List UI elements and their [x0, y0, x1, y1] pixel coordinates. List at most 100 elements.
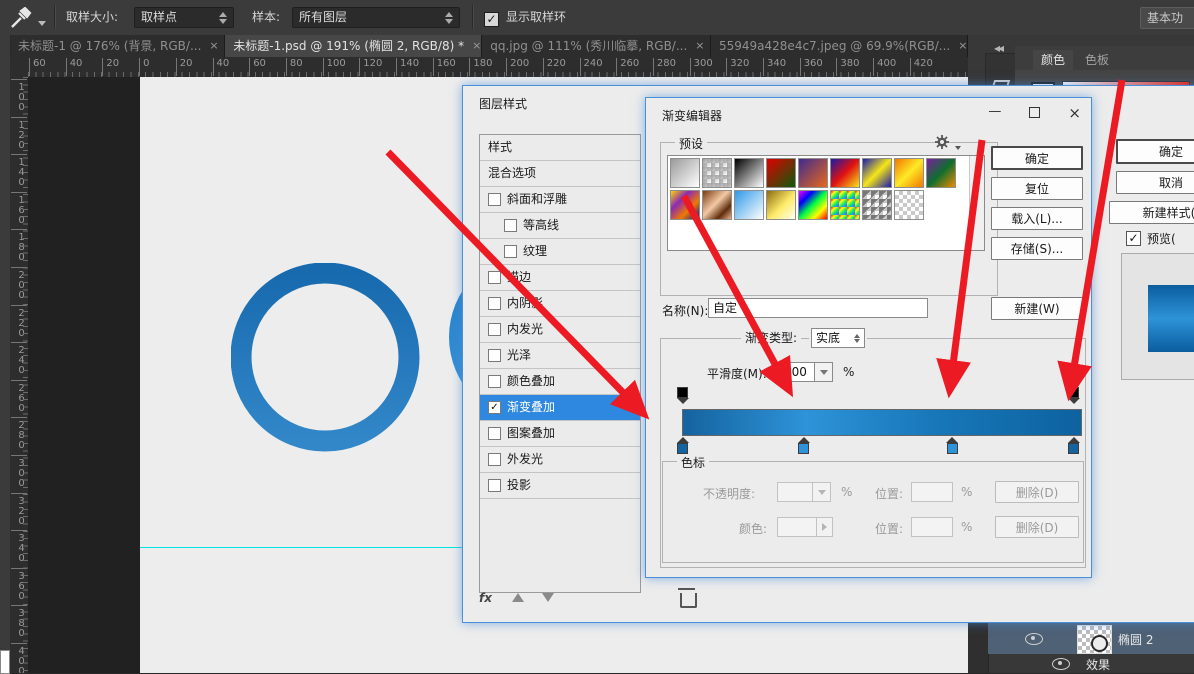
style-checkbox[interactable]: [488, 479, 501, 492]
gradient-preset-spectrum-transparent[interactable]: [830, 190, 860, 220]
gradient-new-button[interactable]: 新建(W): [991, 297, 1083, 320]
delete-color-stop-button[interactable]: 删除(D): [995, 516, 1079, 538]
tab-swatches[interactable]: 色板: [1077, 50, 1117, 70]
color-stop-69[interactable]: [946, 437, 959, 454]
close-icon[interactable]: ×: [1068, 104, 1081, 122]
style-item-1[interactable]: 斜面和浮雕: [480, 187, 640, 213]
presets-menu-gear-icon[interactable]: [935, 135, 949, 149]
style-item-12[interactable]: 投影: [480, 473, 640, 499]
gradient-preset-yellow-violet-orange-blue[interactable]: [670, 190, 700, 220]
style-checkbox[interactable]: [488, 297, 501, 310]
gradient-preset-transparent[interactable]: [894, 190, 924, 220]
style-item-6[interactable]: 内发光: [480, 317, 640, 343]
eyedropper-tool-icon[interactable]: [10, 7, 32, 29]
gradient-preset-fg-to-bg[interactable]: [670, 158, 700, 188]
style-checkbox[interactable]: [488, 323, 501, 336]
gradient-preset-red-green[interactable]: [766, 158, 796, 188]
style-checkbox[interactable]: [504, 219, 517, 232]
opacity-stop-0[interactable]: [676, 387, 689, 404]
workspace-button[interactable]: 基本功: [1140, 7, 1194, 29]
foreground-color-sliver[interactable]: [0, 650, 10, 674]
gradient-preset-gold[interactable]: [766, 190, 796, 220]
opacity-stop-100[interactable]: [1067, 387, 1080, 404]
presets-menu-caret[interactable]: [955, 139, 961, 153]
style-checkbox[interactable]: [504, 245, 517, 258]
layer-visibility-eye-icon[interactable]: [1025, 633, 1043, 645]
effects-row[interactable]: 效果: [988, 654, 1194, 673]
gradient-preset-blue-red-yellow[interactable]: [830, 158, 860, 188]
opacity-input[interactable]: [777, 482, 813, 502]
tab-color[interactable]: 颜色: [1033, 50, 1073, 70]
style-item-4[interactable]: 描边: [480, 265, 640, 291]
color-position-input[interactable]: [911, 517, 953, 537]
style-item-7[interactable]: 光泽: [480, 343, 640, 369]
gradient-preset-blue-yellow-blue[interactable]: [862, 158, 892, 188]
gradient-preset-blue-to-white[interactable]: [734, 190, 764, 220]
layer-thumbnail[interactable]: [1077, 625, 1112, 654]
gradient-type-select[interactable]: 实底: [809, 328, 867, 348]
gradient-preset-violet-orange[interactable]: [798, 158, 828, 188]
gradient-load-button[interactable]: 载入(L)...: [991, 207, 1083, 230]
fx-icon[interactable]: fx: [479, 591, 492, 605]
style-item-10[interactable]: 图案叠加: [480, 421, 640, 447]
document-tab-3[interactable]: 55949a428e4c7.jpeg @ 69.9%(RGB/...×: [711, 35, 968, 57]
gradient-name-input[interactable]: 自定: [708, 298, 928, 318]
maximize-icon[interactable]: [1029, 107, 1040, 118]
move-effect-down-icon[interactable]: [542, 593, 554, 602]
show-ring-checkbox[interactable]: ✓: [484, 7, 499, 28]
horizontal-ruler[interactable]: 6040200204060801001201401601802002202402…: [28, 57, 968, 78]
opacity-dropdown-icon[interactable]: [813, 482, 831, 502]
opacity-position-input[interactable]: [911, 482, 953, 502]
effects-visibility-eye-icon[interactable]: [1052, 658, 1070, 670]
gradient-save-button[interactable]: 存储(S)...: [991, 237, 1083, 260]
tab-close-icon[interactable]: ×: [695, 35, 704, 57]
presets-scrollbar[interactable]: [969, 156, 984, 250]
color-stop-100[interactable]: [1067, 437, 1080, 454]
vertical-ruler[interactable]: 1001201401601802002202402602803003203403…: [10, 77, 29, 673]
color-stop-31[interactable]: [797, 437, 810, 454]
layer-row-selected[interactable]: 椭圆 2: [988, 623, 1194, 654]
smoothness-input[interactable]: 100: [779, 362, 815, 382]
new-style-button[interactable]: 新建样式(: [1109, 201, 1194, 224]
delete-effect-trash-icon[interactable]: [680, 593, 697, 608]
style-item-8[interactable]: 颜色叠加: [480, 369, 640, 395]
style-item-3[interactable]: 纹理: [480, 239, 640, 265]
tab-close-icon[interactable]: ×: [472, 35, 481, 57]
preview-checkbox[interactable]: ✓: [1126, 229, 1141, 246]
smoothness-dropdown-icon[interactable]: [815, 362, 833, 382]
color-picker-arrow-icon[interactable]: [817, 517, 833, 537]
tool-dropdown-caret[interactable]: [38, 12, 46, 33]
gradient-preset-violet-green-orange[interactable]: [926, 158, 956, 188]
layer-name[interactable]: 椭圆 2: [1118, 631, 1153, 648]
gradient-preset-spectrum[interactable]: [798, 190, 828, 220]
gradient-preset-orange-yellow-orange[interactable]: [894, 158, 924, 188]
move-effect-up-icon[interactable]: [512, 593, 524, 602]
minimize-icon[interactable]: —: [988, 104, 1001, 122]
style-checkbox[interactable]: [488, 193, 501, 206]
style-item-5[interactable]: 内阴影: [480, 291, 640, 317]
layer-style-ok-button[interactable]: 确定: [1116, 139, 1194, 164]
document-tab-0[interactable]: 未标题-1 @ 176% (背景, RGB/...×: [10, 35, 225, 57]
gradient-preset-transparent-stripes[interactable]: [862, 190, 892, 220]
style-item-0[interactable]: 混合选项: [480, 161, 640, 187]
delete-opacity-stop-button[interactable]: 删除(D): [995, 481, 1079, 503]
color-swatch-button[interactable]: [777, 517, 817, 537]
style-checkbox[interactable]: [488, 375, 501, 388]
style-item-9[interactable]: ✓渐变叠加: [480, 395, 640, 421]
tab-close-icon[interactable]: ×: [958, 35, 967, 57]
layer-style-cancel-button[interactable]: 取消: [1116, 171, 1194, 194]
gradient-reset-button[interactable]: 复位: [991, 177, 1083, 200]
tab-close-icon[interactable]: ×: [209, 35, 218, 57]
style-checkbox[interactable]: [488, 453, 501, 466]
style-checkbox[interactable]: [488, 271, 501, 284]
color-stop-0[interactable]: [676, 437, 689, 454]
style-checkbox[interactable]: ✓: [488, 401, 501, 414]
style-item-2[interactable]: 等高线: [480, 213, 640, 239]
document-tab-1[interactable]: 未标题-1.psd @ 191% (椭圆 2, RGB/8) *×: [225, 35, 482, 57]
document-tab-2[interactable]: qq.jpg @ 111% (秀川临摹, RGB/...×: [482, 35, 711, 57]
gradient-preset-fg-to-transparent[interactable]: [702, 158, 732, 188]
gradient-preview-bar[interactable]: [682, 409, 1082, 436]
sample-size-select[interactable]: 取样点: [134, 7, 234, 28]
gradient-preset-copper[interactable]: [702, 190, 732, 220]
style-checkbox[interactable]: [488, 427, 501, 440]
